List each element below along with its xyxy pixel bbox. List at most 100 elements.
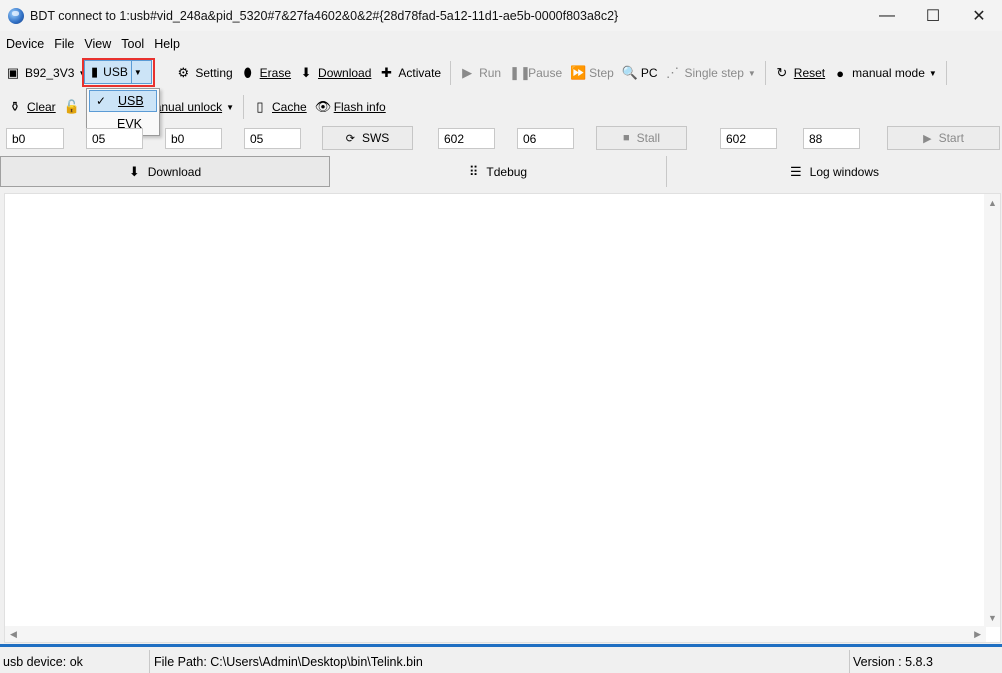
file-path-status: File Path: C:\Users\Admin\Desktop\bin\Te… [150, 650, 850, 673]
eye-icon: 👁 [314, 99, 332, 114]
clear-button[interactable]: ⚱ Clear [0, 94, 60, 120]
tab-bar: ⬇ Download ⠿ Tdebug ☰ Log windows [0, 156, 1002, 187]
start-label: Start [938, 131, 964, 145]
plus-icon: ✚ [380, 65, 392, 80]
run-icon: ▶ [462, 65, 473, 80]
scroll-up-icon[interactable]: ▲ [988, 198, 997, 208]
pause-label: Pause [528, 66, 563, 80]
pause-button[interactable]: ❚❚ Pause [505, 60, 566, 86]
refresh-icon: ⟳ [345, 132, 355, 145]
start-button[interactable]: ▶ Start [887, 126, 1000, 150]
mode-select-button[interactable]: ● manual mode ▼ [829, 60, 941, 86]
toolbar-separator [764, 61, 766, 85]
tab-log-windows[interactable]: ☰ Log windows [667, 156, 1002, 187]
play-icon: ▶ [923, 132, 932, 145]
scroll-down-icon[interactable]: ▼ [988, 613, 997, 623]
tab-download[interactable]: ⬇ Download [0, 156, 330, 187]
addr-field-1[interactable]: b0 [6, 128, 64, 149]
chip-select-button[interactable]: ▣ B92_3V3 ▼ [0, 60, 90, 86]
broom-icon: ⚱ [9, 99, 21, 114]
lock-icon: 🔓 [63, 99, 80, 114]
menu-help[interactable]: Help [148, 37, 184, 51]
erase-button[interactable]: ⬮ Erase [237, 60, 295, 86]
interface-button[interactable]: ▮ USB [85, 61, 132, 83]
single-step-label: Single step [684, 66, 744, 80]
device-status: usb device: ok [0, 650, 150, 673]
sws-button[interactable]: ⟳ SWS [322, 126, 413, 150]
stop-icon: ■ [623, 132, 630, 144]
interface-option-label: USB [118, 94, 144, 108]
pause-icon: ❚❚ [509, 65, 531, 80]
run-button[interactable]: ▶ Run [456, 60, 505, 86]
download-icon: ⬇ [128, 163, 140, 179]
toolbar-separator [945, 61, 947, 85]
value-field-3[interactable]: 06 [517, 128, 574, 149]
interface-dropdown-arrow[interactable]: ▼ [132, 68, 144, 77]
sws-label: SWS [361, 131, 390, 145]
addr-field-3[interactable]: 602 [438, 128, 495, 149]
scroll-right-icon[interactable]: ▶ [974, 629, 981, 640]
flash-info-label: Flash info [333, 100, 386, 114]
setting-label: Setting [195, 66, 233, 80]
version-status: Version : 5.8.3 [853, 654, 933, 669]
unlock-label: anual unlock [154, 100, 223, 114]
register-field-row: b0 05 b0 05 ⟳ SWS 602 06 ■ Stall 602 88 … [0, 125, 1002, 153]
eraser-icon: ⬮ [243, 65, 252, 80]
minimize-button[interactable]: — [864, 0, 910, 31]
mode-icon: ● [836, 65, 845, 81]
window-controls: — ☐ ✕ [864, 0, 1002, 31]
stall-button[interactable]: ■ Stall [596, 126, 687, 150]
activate-button[interactable]: ✚ Activate [375, 60, 445, 86]
addr-field-2[interactable]: b0 [165, 128, 222, 149]
value-field-2[interactable]: 05 [244, 128, 301, 149]
stall-label: Stall [636, 131, 660, 145]
app-globe-icon [8, 7, 24, 24]
accent-divider [0, 644, 1002, 647]
value-field-1[interactable]: 05 [86, 128, 143, 149]
maximize-button[interactable]: ☐ [910, 0, 956, 31]
step-label: Step [589, 66, 614, 80]
chevron-down-icon: ▼ [928, 68, 937, 78]
interface-label: USB [103, 65, 128, 79]
toolbar-separator [450, 61, 452, 85]
mode-label: manual mode [852, 66, 925, 80]
toolbar-separator [243, 95, 244, 119]
pc-button[interactable]: 🔍 PC [618, 60, 662, 86]
menu-device[interactable]: Device [0, 37, 48, 51]
sd-card-icon: ▯ [256, 99, 264, 114]
vertical-scrollbar[interactable]: ▲ ▼ [984, 194, 1000, 627]
flash-info-button[interactable]: 👁 Flash info [311, 94, 390, 120]
step-icon: ⏩ [570, 65, 587, 80]
chip-icon: ▣ [6, 65, 20, 80]
step-button[interactable]: ⏩ Step [566, 60, 618, 86]
horizontal-scrollbar[interactable]: ◀ ▶ [5, 626, 986, 642]
gear-icon: ⚙ [177, 65, 190, 80]
interface-option-usb[interactable]: ✓ USB [89, 90, 157, 112]
scroll-left-icon[interactable]: ◀ [10, 629, 17, 640]
menu-tool[interactable]: Tool [115, 37, 148, 51]
interface-split-button[interactable]: ▮ USB ▼ [84, 60, 152, 84]
addr-field-4[interactable]: 602 [720, 128, 777, 149]
search-icon: 🔍 [621, 65, 639, 80]
usb-icon: ▮ [91, 64, 99, 79]
window-title: BDT connect to 1:usb#vid_248a&pid_5320#7… [30, 8, 619, 23]
footsteps-icon: ⋰ [666, 65, 679, 80]
setting-button[interactable]: ⚙ Setting [172, 60, 236, 86]
menu-file[interactable]: File [48, 37, 78, 51]
cache-button[interactable]: ▯ Cache [249, 94, 311, 120]
title-bar: BDT connect to 1:usb#vid_248a&pid_5320#7… [0, 0, 1002, 31]
value-field-4[interactable]: 88 [803, 128, 860, 149]
single-step-button[interactable]: ⋰ Single step ▼ [662, 60, 760, 86]
download-icon: ⬇ [300, 65, 312, 80]
reset-button[interactable]: ↻ Reset [771, 60, 829, 86]
menu-view[interactable]: View [78, 37, 115, 51]
pc-label: PC [640, 66, 658, 80]
close-button[interactable]: ✕ [956, 0, 1002, 31]
clear-label: Clear [27, 100, 56, 114]
check-icon: ✓ [96, 94, 107, 108]
download-log-panel[interactable]: ▲ ▼ ◀ ▶ [4, 193, 1001, 643]
tab-tdebug[interactable]: ⠿ Tdebug [330, 156, 667, 187]
binary-icon: ⠿ [468, 163, 479, 179]
erase-label: Erase [259, 66, 292, 80]
download-button[interactable]: ⬇ Download [295, 60, 375, 86]
